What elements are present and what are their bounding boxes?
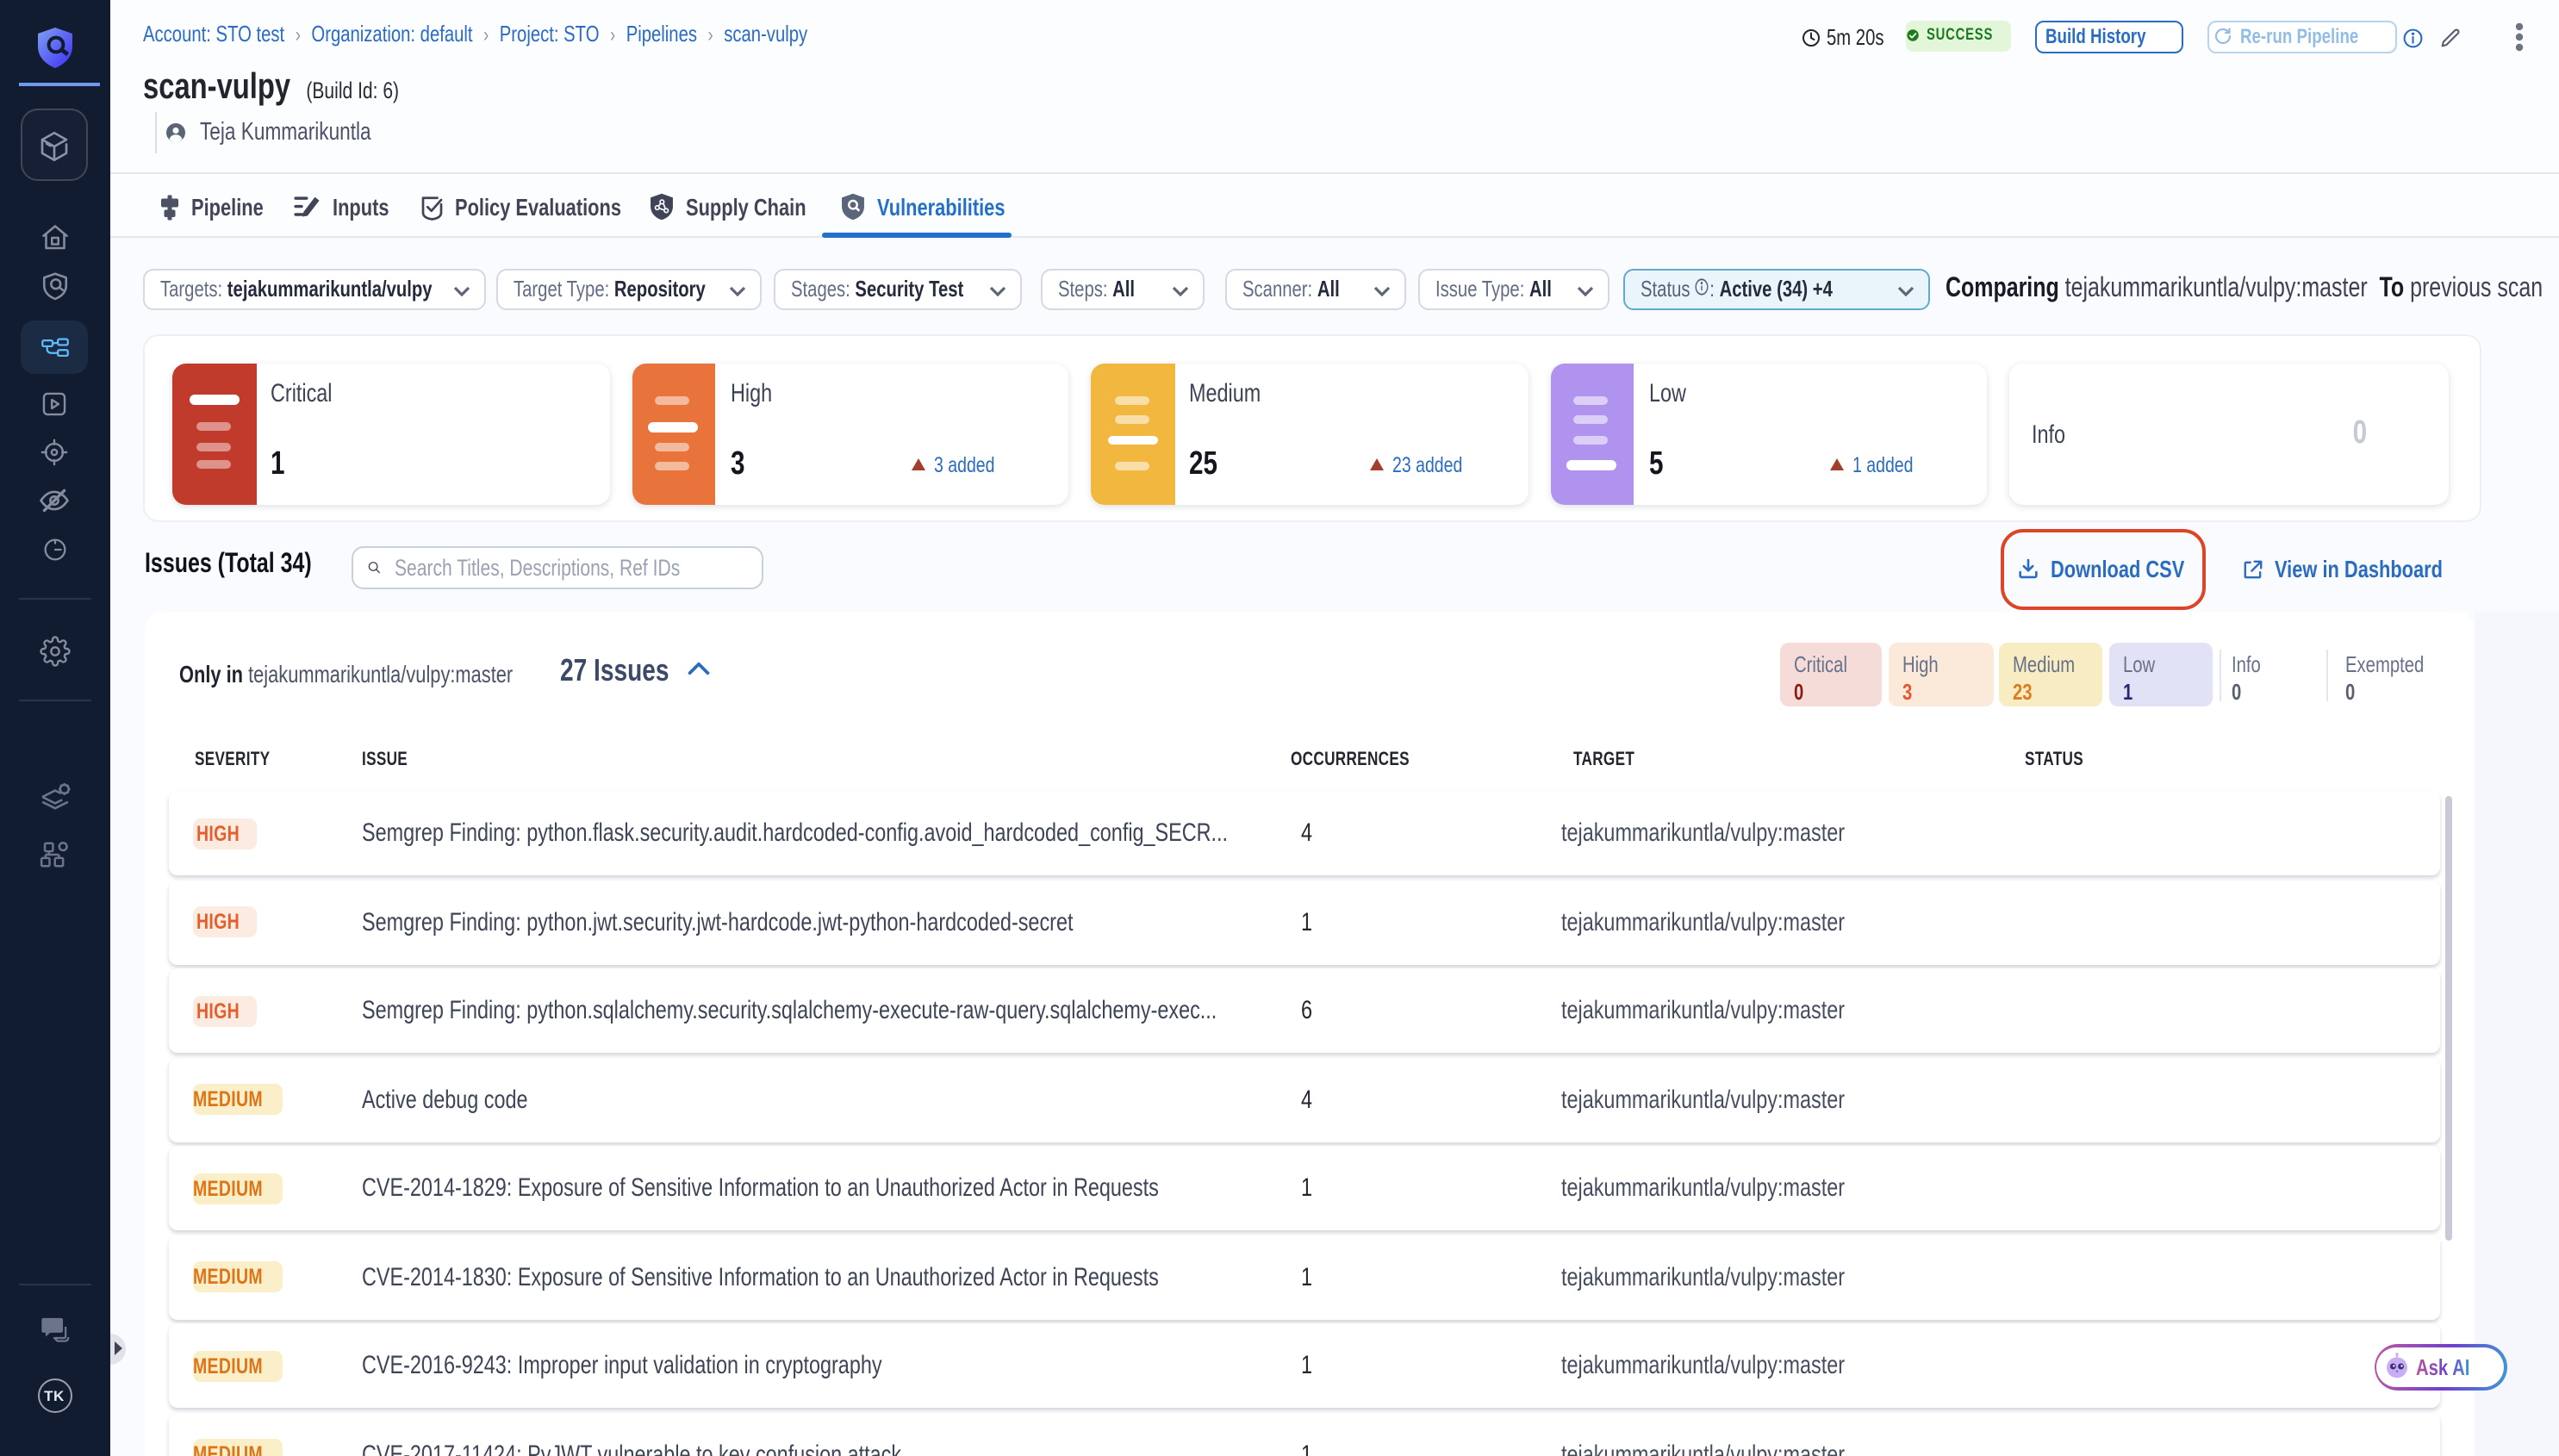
svg-text:?: ? — [49, 1317, 57, 1331]
